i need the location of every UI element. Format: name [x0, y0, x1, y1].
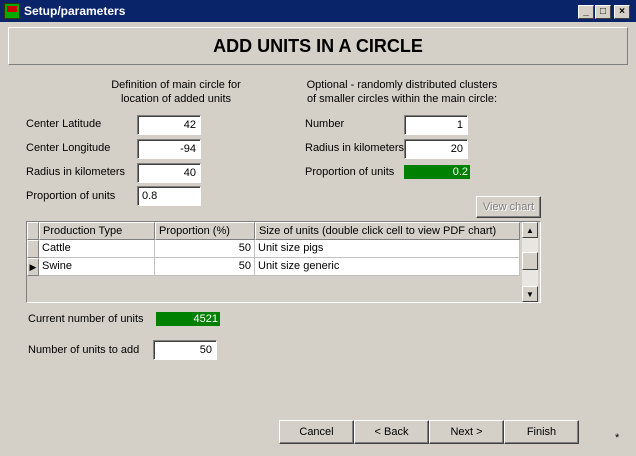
current-units-value: 4521 — [156, 312, 220, 326]
header-panel: ADD UNITS IN A CIRCLE — [8, 27, 628, 65]
column-header-proportion[interactable]: Proportion (%) — [155, 222, 255, 240]
table-vertical-scrollbar[interactable]: ▲ ▼ — [522, 222, 538, 302]
proportion-label: Proportion of units — [26, 190, 116, 202]
row-indicator[interactable] — [27, 240, 39, 258]
column-header-size-of-units[interactable]: Size of units (double click cell to view… — [255, 222, 520, 240]
row-indicator-header — [27, 222, 39, 240]
main-circle-heading: Definition of main circle for location o… — [96, 78, 256, 106]
title-bar[interactable]: Setup/parameters _ □ × — [0, 0, 636, 22]
proportion-field[interactable]: 0.8 — [137, 186, 201, 206]
next-button[interactable]: Next > — [429, 420, 504, 444]
maximize-icon: □ — [599, 6, 607, 17]
column-header-production-type[interactable]: Production Type — [39, 222, 155, 240]
view-chart-button[interactable]: View chart — [476, 196, 541, 218]
scroll-thumb[interactable] — [522, 252, 538, 270]
maximize-button[interactable]: □ — [595, 5, 611, 19]
units-to-add-field[interactable]: 50 — [153, 340, 217, 360]
close-button[interactable]: × — [614, 5, 630, 19]
scroll-down-arrow-icon[interactable]: ▼ — [522, 286, 538, 302]
main-circle-heading-line1: Definition of main circle for — [111, 79, 241, 91]
clusters-heading-line2: of smaller circles within the main circl… — [306, 93, 498, 105]
selected-row-indicator-icon[interactable]: ▶ — [27, 258, 39, 276]
minimize-icon: _ — [583, 6, 589, 17]
minimize-button[interactable]: _ — [578, 5, 594, 19]
app-icon — [4, 3, 20, 19]
radius-label: Radius in kilometers — [26, 166, 126, 178]
table-cell-size-of-units[interactable]: Unit size generic — [255, 258, 520, 276]
center-longitude-field[interactable]: -94 — [137, 139, 201, 159]
status-asterisk: * — [615, 432, 620, 444]
finish-button[interactable]: Finish — [504, 420, 579, 444]
cancel-button[interactable]: Cancel — [279, 420, 354, 444]
scroll-up-arrow-icon[interactable]: ▲ — [522, 222, 538, 238]
page-title: ADD UNITS IN A CIRCLE — [213, 36, 423, 56]
main-circle-heading-line2: location of added units — [120, 93, 232, 105]
cluster-number-field[interactable]: 1 — [404, 115, 468, 135]
center-latitude-field[interactable]: 42 — [137, 115, 201, 135]
close-icon: × — [619, 6, 625, 17]
current-units-label: Current number of units — [28, 313, 144, 325]
center-longitude-label: Center Longitude — [26, 142, 111, 154]
clusters-heading: Optional - randomly distributed clusters… — [296, 78, 508, 106]
cluster-radius-label: Radius in kilometers — [305, 142, 405, 154]
table-cell-size-of-units[interactable]: Unit size pigs — [255, 240, 520, 258]
cluster-radius-field[interactable]: 20 — [404, 139, 468, 159]
radius-field[interactable]: 40 — [137, 163, 201, 183]
back-button[interactable]: < Back — [354, 420, 429, 444]
cluster-proportion-label: Proportion of units — [305, 166, 395, 178]
cluster-proportion-value: 0.2 — [404, 165, 470, 179]
center-latitude-label: Center Latitude — [26, 118, 102, 130]
table-cell-proportion[interactable]: 50 — [155, 258, 255, 276]
table-cell-proportion[interactable]: 50 — [155, 240, 255, 258]
table-cell-production-type[interactable]: Swine — [39, 258, 155, 276]
window-title: Setup/parameters — [24, 4, 126, 18]
production-type-table[interactable]: Production Type Proportion (%) Size of u… — [26, 221, 541, 303]
clusters-heading-line1: Optional - randomly distributed clusters — [306, 79, 498, 91]
cluster-number-label: Number — [305, 118, 345, 130]
units-to-add-label: Number of units to add — [28, 344, 140, 356]
table-cell-production-type[interactable]: Cattle — [39, 240, 155, 258]
